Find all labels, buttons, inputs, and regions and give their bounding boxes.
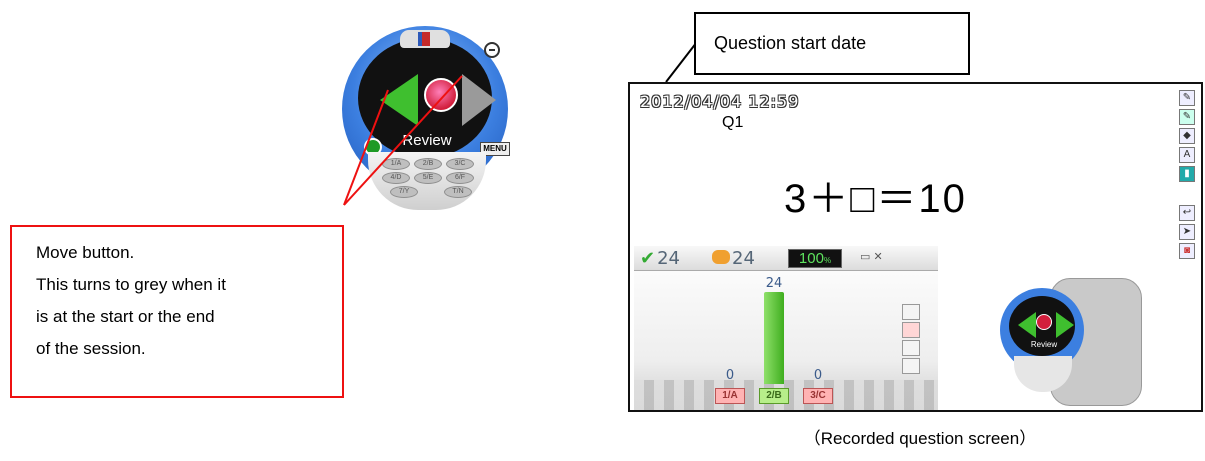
center-menu-icon[interactable]	[424, 78, 458, 112]
hint-icon[interactable]: ▮	[1179, 166, 1195, 182]
remote-widget: Review MENU 1/A 2/B 3/C 4/D 5/E 6/F 7/Y …	[340, 18, 510, 218]
remote-keypad: 1/A 2/B 3/C 4/D 5/E 6/F 7/Y T/N	[368, 152, 486, 210]
figure-caption: （Recorded question screen）	[803, 429, 1037, 448]
chart-value-label: 24	[765, 276, 783, 291]
answered-count: ✔ 24	[640, 248, 680, 269]
pen-1-icon[interactable]: ✎	[1179, 90, 1195, 106]
mini-remote-widget: Review	[1000, 278, 1150, 406]
mini-move-forward-button[interactable]	[1056, 312, 1074, 338]
question-start-timestamp: 2012/04/04 12:59	[640, 92, 800, 111]
remote-mode-label: Review	[402, 132, 452, 149]
results-stats-bar: ✔ 24 24 100% ▭ ✕	[634, 246, 938, 271]
answer-table-icon[interactable]	[902, 358, 920, 374]
key-3c[interactable]: 3/C	[446, 158, 474, 170]
pen-2-icon[interactable]: ✎	[1179, 109, 1195, 125]
pie-chart-icon[interactable]	[902, 340, 920, 356]
eraser-icon[interactable]: ◆	[1179, 128, 1195, 144]
bar-chart-icon[interactable]	[902, 322, 920, 338]
minimize-icon[interactable]	[484, 42, 500, 58]
key-tn[interactable]: T/N	[444, 186, 472, 198]
drawing-toolbar: ✎ ✎ ◆ A ▮ ↩ ➤ ◙	[1179, 90, 1195, 262]
start-date-callout: Question start date	[694, 12, 970, 75]
move-forward-button[interactable]	[462, 74, 496, 126]
percent-correct: 100%	[788, 249, 842, 268]
check-icon: ✔	[640, 248, 656, 269]
recorded-question-screen: 2012/04/04 12:59 Q1 3＋□＝10 ✎ ✎ ◆ A ▮ ↩ ➤…	[628, 82, 1203, 412]
key-2b[interactable]: 2/B	[414, 158, 442, 170]
mini-remote-mode-label: Review	[1030, 340, 1058, 349]
pointer-icon[interactable]: ➤	[1179, 224, 1195, 240]
answered-value: 24	[657, 248, 680, 269]
callout-line: is at the start or the end	[36, 307, 215, 326]
callout-line: of the session.	[36, 339, 146, 358]
question-number: Q1	[722, 114, 744, 131]
key-5e[interactable]: 5/E	[414, 172, 442, 184]
mini-move-back-button[interactable]	[1018, 312, 1036, 338]
move-back-button[interactable]	[380, 74, 418, 126]
camera-icon[interactable]: ◙	[1179, 243, 1195, 259]
participants-value: 24	[732, 248, 755, 269]
list-view-icon[interactable]	[902, 304, 920, 320]
book-icon[interactable]	[418, 32, 430, 46]
close-icon[interactable]: ✕	[873, 251, 882, 263]
results-chart-panel: ✔ 24 24 100% ▭ ✕ 0 1/A 24 2/B 0 3/C	[634, 246, 938, 410]
key-1a[interactable]: 1/A	[382, 158, 410, 170]
key-4d[interactable]: 4/D	[382, 172, 410, 184]
percent-value: 100	[798, 250, 824, 267]
chart-category-button[interactable]: 2/B	[759, 388, 789, 404]
chart-value-label: 0	[725, 368, 735, 383]
chart-value-label: 0	[813, 368, 823, 383]
chart-category-button[interactable]: 3/C	[803, 388, 833, 404]
callout-line: This turns to grey when it	[36, 275, 226, 294]
chart-category-button[interactable]: 1/A	[715, 388, 745, 404]
key-6f[interactable]: 6/F	[446, 172, 474, 184]
question-equation: 3＋□＝10	[784, 177, 967, 221]
clear-all-icon[interactable]: A	[1179, 147, 1195, 163]
chart-bar	[764, 292, 784, 384]
callout-line: Move button.	[36, 243, 135, 262]
move-button-callout: Move button. This turns to grey when it …	[10, 225, 344, 398]
participants-icon	[712, 250, 730, 264]
key-7y[interactable]: 7/Y	[390, 186, 418, 198]
chart-type-switcher	[902, 304, 920, 376]
panel-window-controls: ▭ ✕	[860, 250, 883, 263]
participant-count: 24	[712, 248, 755, 269]
mini-center-icon[interactable]	[1036, 314, 1052, 330]
restore-icon[interactable]: ▭	[860, 251, 870, 263]
undo-icon[interactable]: ↩	[1179, 205, 1195, 221]
